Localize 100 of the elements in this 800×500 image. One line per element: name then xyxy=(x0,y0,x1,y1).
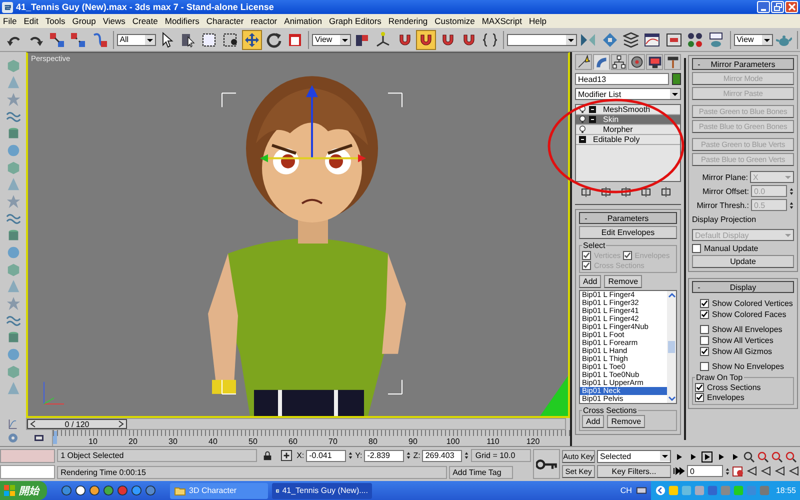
script-input-field[interactable] xyxy=(0,465,55,479)
lock-icon[interactable] xyxy=(262,450,273,461)
menu-item[interactable]: Create xyxy=(132,16,158,26)
keyboard-icon[interactable] xyxy=(636,485,647,496)
scrollbar[interactable] xyxy=(667,291,676,403)
checkbox[interactable]: Show All Gizmos xyxy=(700,346,794,356)
menu-item[interactable]: Edit xyxy=(24,16,38,26)
minimize-button[interactable] xyxy=(757,1,770,13)
magnet-button[interactable] xyxy=(416,30,436,50)
menu-item[interactable]: File xyxy=(3,16,17,26)
key-mode-dropdown[interactable]: Selected xyxy=(597,450,671,463)
object-name-field[interactable]: Head13 xyxy=(575,73,669,85)
checkbox[interactable]: Show All Envelopes xyxy=(700,324,794,334)
curve-icon[interactable] xyxy=(6,418,20,430)
magnet-icon xyxy=(440,32,456,48)
time-configuration-icon[interactable] xyxy=(732,465,744,477)
dropdown[interactable]: View xyxy=(312,34,351,46)
menu-item[interactable]: Animation xyxy=(284,16,322,26)
create-tab[interactable] xyxy=(575,54,592,70)
lightbulb-icon[interactable] xyxy=(579,115,586,124)
filmstrip-icon[interactable] xyxy=(32,432,46,444)
hierarchy-tab[interactable] xyxy=(610,54,628,70)
add-button[interactable]: Add xyxy=(582,415,604,428)
y-coordinate-field[interactable]: -2.839 xyxy=(364,450,404,462)
lightbulb-icon[interactable] xyxy=(579,105,586,114)
absolute-mode-icon[interactable] xyxy=(280,450,292,461)
star-icon[interactable] xyxy=(6,194,20,209)
expand-box-icon[interactable] xyxy=(589,116,596,123)
remove-button[interactable]: Remove xyxy=(607,415,646,428)
menu-item[interactable]: reactor xyxy=(250,16,278,26)
lightbulb-icon[interactable] xyxy=(579,125,586,134)
menu-item[interactable]: Graph Editors xyxy=(328,16,382,26)
star-icon[interactable] xyxy=(6,296,20,311)
checkbox[interactable]: Cross Sections xyxy=(695,382,791,392)
add-time-tag-button[interactable]: Add Time Tag xyxy=(448,466,513,479)
menu-item[interactable]: Help xyxy=(528,16,546,26)
spinner-icon[interactable] xyxy=(789,200,794,210)
menu-item[interactable]: Views xyxy=(102,16,126,26)
remove-button[interactable]: Remove xyxy=(604,275,642,288)
layers-button[interactable] xyxy=(620,30,642,50)
spinner-icon[interactable] xyxy=(789,186,794,196)
modifier-item[interactable]: Editable Poly xyxy=(576,135,680,145)
modify-tab[interactable] xyxy=(592,54,610,70)
set-key-button[interactable] xyxy=(533,449,560,479)
wave-icon[interactable] xyxy=(6,109,20,124)
wave-icon[interactable] xyxy=(6,211,20,226)
menu-item[interactable]: Customize xyxy=(434,16,475,26)
menu-item[interactable]: Group xyxy=(72,16,96,26)
scrollbar-thumb[interactable] xyxy=(668,341,675,353)
restore-button[interactable] xyxy=(771,1,784,13)
expand-box-icon[interactable] xyxy=(579,136,586,143)
menu-item[interactable]: Rendering xyxy=(388,16,428,26)
menu-item[interactable]: Character xyxy=(206,16,244,26)
time-slider-thumb[interactable]: 0 / 120 xyxy=(27,419,127,429)
spinner-icon[interactable] xyxy=(725,466,730,476)
edit-envelopes-button[interactable]: Edit Envelopes xyxy=(579,226,677,239)
scroll-up-icon[interactable] xyxy=(668,291,676,299)
hammer-tab[interactable] xyxy=(664,54,681,70)
object-color-swatch[interactable] xyxy=(672,73,681,85)
script-listener-field[interactable] xyxy=(0,449,55,463)
play-icon[interactable] xyxy=(701,451,713,463)
modifier-item[interactable]: Skin xyxy=(576,115,680,125)
current-frame-field[interactable]: 0 xyxy=(687,465,723,477)
language-indicator[interactable]: CH xyxy=(620,486,632,495)
close-button[interactable] xyxy=(785,1,798,13)
move-button[interactable] xyxy=(242,30,262,50)
rollout-header[interactable]: - Parameters xyxy=(579,212,677,224)
dropdown[interactable] xyxy=(507,34,578,46)
motion-tab[interactable] xyxy=(628,54,646,70)
menu-item[interactable]: Modifiers xyxy=(164,16,200,26)
expand-box-icon[interactable] xyxy=(589,106,596,113)
wave-icon[interactable] xyxy=(6,313,20,328)
checkbox[interactable]: Show All Vertices xyxy=(700,335,794,345)
modifier-list-dropdown[interactable]: Modifier List xyxy=(575,88,681,100)
checkbox[interactable]: Show No Envelopes xyxy=(700,361,794,371)
x-coordinate-field[interactable]: -0.041 xyxy=(306,450,346,462)
taskbar-button[interactable]: 41_Tennis Guy (New).... xyxy=(272,482,372,498)
scroll-down-icon[interactable] xyxy=(668,395,676,403)
checkbox[interactable]: Show Colored Vertices xyxy=(700,298,794,308)
film-reel-icon[interactable] xyxy=(6,432,20,444)
checkbox[interactable]: Show Colored Faces xyxy=(700,309,794,319)
key-filters-button[interactable]: Key Filters... xyxy=(597,465,671,478)
display-tab[interactable] xyxy=(646,54,664,70)
chevron-right-icon[interactable] xyxy=(118,420,124,428)
add-button[interactable]: Add xyxy=(579,275,602,288)
track-bar[interactable]: 10 20 30 40 50 60 70 80 90 100 110 120 xyxy=(52,430,570,446)
start-button[interactable]: 開始 xyxy=(0,481,47,500)
chevron-left-icon[interactable] xyxy=(654,485,666,496)
zoom-icon[interactable] xyxy=(743,451,755,463)
z-coordinate-field[interactable]: 269.403 xyxy=(422,450,462,462)
menu-item[interactable]: Tools xyxy=(45,16,66,26)
modifier-item[interactable]: Morpher xyxy=(576,125,680,135)
checkbox[interactable]: Envelopes xyxy=(695,392,791,402)
rollout-header[interactable]: - Display xyxy=(692,281,794,293)
dropdown[interactable]: All xyxy=(116,34,156,46)
star-icon[interactable] xyxy=(6,92,20,107)
chevron-left-icon[interactable] xyxy=(30,420,36,428)
menu-item[interactable]: MAXScript xyxy=(482,16,522,26)
key-mode-icon[interactable] xyxy=(673,465,685,477)
dropdown[interactable]: View xyxy=(734,34,772,46)
